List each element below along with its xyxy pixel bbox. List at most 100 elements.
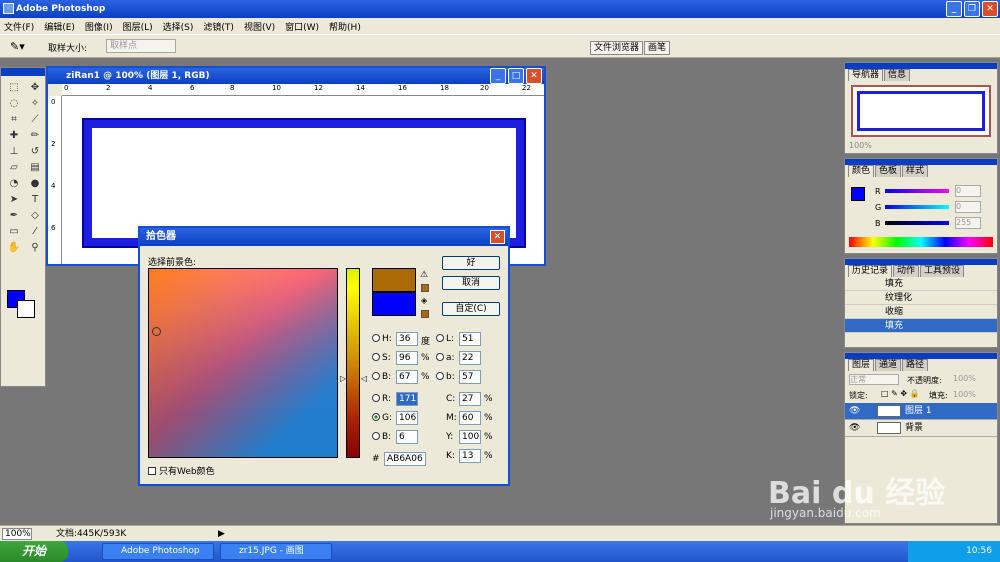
eyedropper-icon[interactable]: ✎▾ xyxy=(10,40,25,53)
tab-actions[interactable]: 动作 xyxy=(893,265,920,277)
sample-size-select[interactable]: 取样点 xyxy=(106,39,176,53)
tab-swatches[interactable]: 色板 xyxy=(875,165,902,177)
current-color-swatch[interactable] xyxy=(372,292,416,316)
history-item[interactable]: 填充 xyxy=(845,277,997,291)
channel-r-slider[interactable] xyxy=(885,189,949,193)
green-field[interactable]: 106 xyxy=(396,411,418,425)
doc-minimize-button[interactable]: _ xyxy=(490,68,506,84)
radio-blue[interactable]: B: xyxy=(372,432,391,442)
path-select-icon[interactable]: ➤ xyxy=(4,192,24,207)
healing-brush-icon[interactable]: ✚ xyxy=(4,128,24,143)
task-paint[interactable]: zr15.JPG - 画图 xyxy=(220,543,332,560)
history-item[interactable]: 收缩 xyxy=(845,305,997,319)
brush-tool-icon[interactable]: ✏ xyxy=(25,128,45,143)
tab-file-browser[interactable]: 文件浏览器 xyxy=(590,41,644,55)
cyan-field[interactable]: 27 xyxy=(459,392,481,406)
tab-color[interactable]: 颜色 xyxy=(848,165,875,177)
custom-button[interactable]: 自定(C) xyxy=(442,302,500,316)
hue-field[interactable]: 36 xyxy=(396,332,418,346)
channel-b-value[interactable]: 255 xyxy=(955,217,981,229)
layer-row[interactable]: 👁 图层 1 xyxy=(845,403,997,420)
radio-b[interactable]: B: xyxy=(372,372,391,382)
slider-right-arrow-icon[interactable]: ◁ xyxy=(361,374,367,383)
type-tool-icon[interactable]: T xyxy=(25,192,45,207)
magenta-field[interactable]: 60 xyxy=(459,411,481,425)
channel-r-value[interactable]: 0 xyxy=(955,185,981,197)
brightness-field[interactable]: 67 xyxy=(396,370,418,384)
slider-left-arrow-icon[interactable]: ▷ xyxy=(340,374,346,383)
tab-paths[interactable]: 路径 xyxy=(902,359,929,371)
restore-button[interactable]: ❐ xyxy=(964,1,980,17)
gamut-swatch[interactable] xyxy=(421,284,429,292)
tab-brushes[interactable]: 画笔 xyxy=(644,41,671,55)
channel-b-slider[interactable] xyxy=(885,221,949,225)
color-field[interactable] xyxy=(148,268,338,458)
lasso-tool-icon[interactable]: ◌ xyxy=(4,96,24,111)
doc-maximize-button[interactable]: □ xyxy=(508,68,524,84)
navigator-thumbnail[interactable] xyxy=(851,85,991,137)
status-zoom[interactable]: 100% xyxy=(2,528,32,540)
radio-l[interactable]: L: xyxy=(436,334,454,344)
menu-image[interactable]: 图像(I) xyxy=(85,20,113,33)
radio-r[interactable]: R: xyxy=(372,394,391,404)
blur-tool-icon[interactable]: ◔ xyxy=(4,176,24,191)
menu-edit[interactable]: 编辑(E) xyxy=(44,20,75,33)
navigator-zoom[interactable]: 100% xyxy=(845,141,997,150)
shape-tool-icon[interactable]: ◇ xyxy=(25,208,45,223)
web-safe-cube-icon[interactable]: ◈ xyxy=(421,296,427,305)
lab-l-field[interactable]: 51 xyxy=(459,332,481,346)
channel-g-slider[interactable] xyxy=(885,205,949,209)
gamut-warning-icon[interactable]: ⚠ xyxy=(420,270,428,280)
menu-view[interactable]: 视图(V) xyxy=(244,20,275,33)
saturation-field[interactable]: 96 xyxy=(396,351,418,365)
status-arrow-icon[interactable]: ▶ xyxy=(218,526,225,542)
channel-g-value[interactable]: 0 xyxy=(955,201,981,213)
slice-tool-icon[interactable]: ⟋ xyxy=(25,112,45,127)
black-field[interactable]: 13 xyxy=(459,449,481,463)
radio-g[interactable]: G: xyxy=(372,413,392,423)
radio-a[interactable]: a: xyxy=(436,353,455,363)
fill-field[interactable]: 100% xyxy=(953,390,976,399)
history-item[interactable]: 纹理化 xyxy=(845,291,997,305)
eyedropper-tool-icon[interactable]: ⁄ xyxy=(25,224,45,239)
tab-tool-presets[interactable]: 工具预设 xyxy=(920,265,965,277)
color-field-cursor[interactable] xyxy=(152,327,161,336)
move-tool-icon[interactable]: ✥ xyxy=(25,80,45,95)
menu-layer[interactable]: 图层(L) xyxy=(123,20,153,33)
panel-foreground-swatch[interactable] xyxy=(851,187,865,201)
opacity-field[interactable]: 100% xyxy=(953,374,976,383)
tab-history[interactable]: 历史记录 xyxy=(848,265,893,277)
visibility-eye-icon[interactable]: 👁 xyxy=(849,403,860,420)
doc-close-button[interactable]: ✕ xyxy=(526,68,542,84)
history-brush-icon[interactable]: ↺ xyxy=(25,144,45,159)
marquee-tool-icon[interactable]: ⬚ xyxy=(4,80,24,95)
color-ramp[interactable] xyxy=(849,237,993,247)
zoom-tool-icon[interactable]: ⚲ xyxy=(25,240,45,255)
ok-button[interactable]: 好 xyxy=(442,256,500,270)
tab-navigator[interactable]: 导航器 xyxy=(848,69,884,81)
radio-h[interactable]: H: xyxy=(372,334,392,344)
background-color-swatch[interactable] xyxy=(17,300,35,318)
menu-filter[interactable]: 滤镜(T) xyxy=(203,20,234,33)
eraser-tool-icon[interactable]: ▱ xyxy=(4,160,24,175)
layer-row[interactable]: 👁 背景 xyxy=(845,420,997,437)
lab-b-field[interactable]: 57 xyxy=(459,370,481,384)
task-photoshop[interactable]: Adobe Photoshop xyxy=(102,543,214,560)
red-field[interactable]: 171 xyxy=(396,392,418,406)
stamp-tool-icon[interactable]: ⊥ xyxy=(4,144,24,159)
web-safe-swatch[interactable] xyxy=(421,310,429,318)
menu-select[interactable]: 选择(S) xyxy=(163,20,194,33)
web-colors-checkbox[interactable]: 只有Web颜色 xyxy=(148,464,215,477)
gradient-tool-icon[interactable]: ▤ xyxy=(25,160,45,175)
hand-tool-icon[interactable]: ✋ xyxy=(4,240,24,255)
lab-a-field[interactable]: 22 xyxy=(459,351,481,365)
menu-window[interactable]: 窗口(W) xyxy=(285,20,319,33)
cancel-button[interactable]: 取消 xyxy=(442,276,500,290)
hue-slider[interactable] xyxy=(346,268,360,458)
blue-field[interactable]: 6 xyxy=(396,430,418,444)
menu-file[interactable]: 文件(F) xyxy=(4,20,34,33)
tab-channels[interactable]: 通道 xyxy=(875,359,902,371)
radio-lab-b[interactable]: b: xyxy=(436,372,455,382)
minimize-button[interactable]: _ xyxy=(946,1,962,17)
menu-help[interactable]: 帮助(H) xyxy=(329,20,361,33)
